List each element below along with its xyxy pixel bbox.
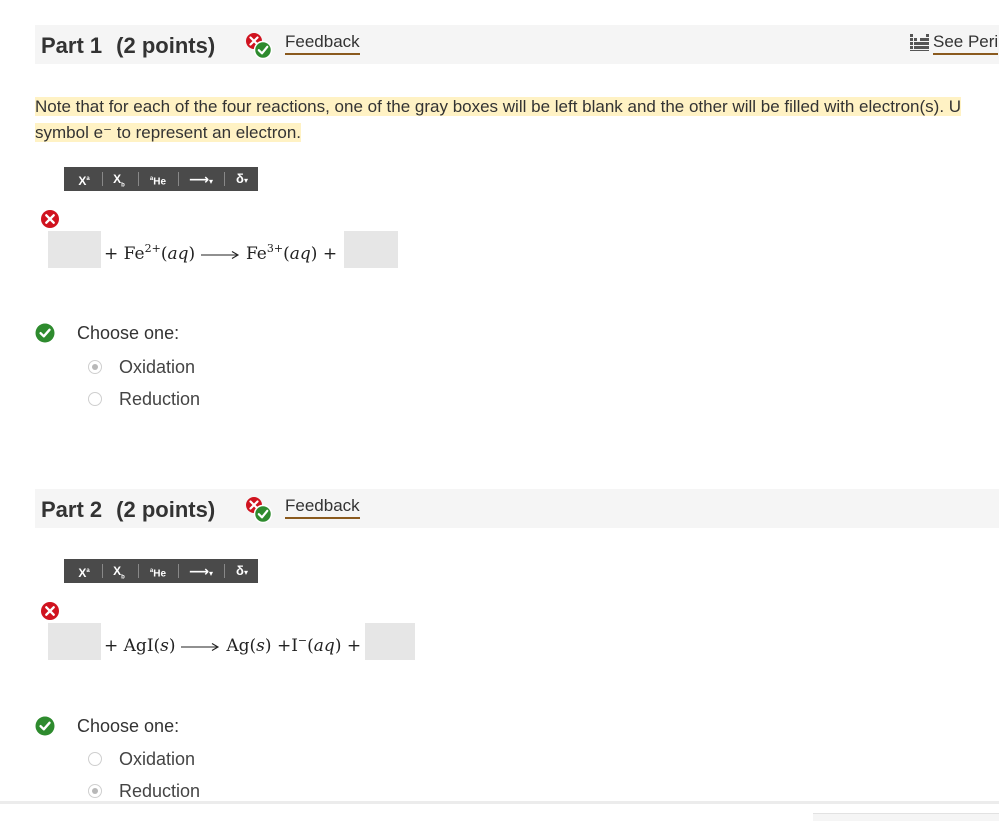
part1-equation: + Fe2+(aq) Fe3+(aq) + [104, 242, 338, 264]
periodic-table-icon[interactable] [910, 34, 930, 52]
part1-points: (2 points) [116, 33, 216, 58]
plus-sign: + [322, 244, 338, 264]
instruction-note: Note that for each of the four reactions… [35, 94, 999, 146]
radio-button[interactable] [88, 392, 102, 406]
reaction-arrow-button[interactable]: ⟶▾ [184, 167, 218, 191]
element-button[interactable]: aHe [144, 559, 172, 583]
subscript-button[interactable]: Xb [108, 167, 130, 191]
radio-button[interactable] [88, 360, 102, 374]
radio-button[interactable] [88, 752, 102, 766]
part1-choose-label: Choose one: [77, 323, 180, 343]
part2-equation: + AgI(s) Ag(s) +I−(aq) + [104, 634, 362, 656]
reaction-arrow-button[interactable]: ⟶▾ [184, 559, 218, 583]
reactant-state: aq [167, 244, 189, 264]
part1-title: Part 1 (2 points) [41, 33, 215, 59]
part2-left-answer-box[interactable] [48, 623, 101, 660]
note-line-1: Note that for each of the four reactions… [35, 97, 962, 116]
product-charge: 3+ [266, 242, 284, 255]
part2-choose-label: Choose one: [77, 716, 180, 736]
bottom-divider [0, 801, 999, 804]
part1-feedback-link[interactable]: Feedback [285, 32, 360, 55]
reaction-arrow-icon [180, 642, 220, 651]
part1-left-answer-box[interactable] [48, 231, 101, 268]
see-periodic-table-link[interactable]: See Peri [933, 32, 999, 55]
product2-formula: I [291, 636, 298, 656]
reactant-state: s [160, 636, 169, 656]
part2-equation-toolbar: Xa Xb aHe ⟶▾ δ▾ [64, 559, 258, 583]
reactant-charge: 2+ [144, 242, 161, 255]
product1-state: s [256, 636, 265, 656]
part2-incorrect-x-icon [41, 602, 59, 620]
reactant-formula: Fe [123, 244, 145, 264]
part2-feedback-link[interactable]: Feedback [285, 496, 360, 519]
part2-header: Part 2 (2 points) Feedback [35, 489, 999, 528]
delta-button[interactable]: δ▾ [230, 167, 254, 191]
subscript-button[interactable]: Xb [108, 559, 130, 583]
plus-sign: + [346, 636, 362, 656]
plus-sign: + [104, 636, 119, 656]
plus-sign: + [276, 636, 292, 656]
part1-equation-toolbar: Xa Xb aHe ⟶▾ δ▾ [64, 167, 258, 191]
superscript-button[interactable]: Xa [74, 559, 94, 583]
part1-incorrect-x-icon [41, 210, 59, 228]
part2-label: Part 2 [41, 497, 103, 522]
option-label: Reduction [119, 389, 201, 409]
part1-right-answer-box[interactable] [344, 231, 398, 268]
delta-button[interactable]: δ▾ [230, 559, 254, 583]
option-label: Oxidation [119, 357, 196, 377]
element-button[interactable]: aHe [144, 167, 172, 191]
note-line-2: symbol e⁻ to represent an electron. [35, 123, 301, 142]
feedback-mixed-icon[interactable] [244, 495, 274, 525]
part2-title: Part 2 (2 points) [41, 497, 215, 523]
option-label: Reduction [119, 781, 201, 801]
reactant-formula: AgI [123, 636, 154, 656]
product-state: aq [289, 244, 311, 264]
feedback-mixed-icon[interactable] [244, 31, 274, 61]
part2-right-answer-box[interactable] [365, 623, 415, 660]
product-formula: Fe [245, 244, 267, 264]
reaction-arrow-icon [200, 250, 239, 259]
product2-charge: − [297, 634, 308, 647]
superscript-button[interactable]: Xa [74, 167, 94, 191]
radio-button[interactable] [88, 784, 102, 798]
part1-correct-check-icon [35, 323, 55, 343]
part2-correct-check-icon [35, 716, 55, 736]
product2-state: aq [313, 636, 335, 656]
part1-header: Part 1 (2 points) Feedback See Peri [35, 25, 999, 64]
part1-label: Part 1 [41, 33, 103, 58]
part2-points: (2 points) [116, 497, 216, 522]
product1-formula: Ag [226, 636, 250, 656]
plus-sign: + [104, 244, 119, 264]
option-label: Oxidation [119, 749, 196, 769]
